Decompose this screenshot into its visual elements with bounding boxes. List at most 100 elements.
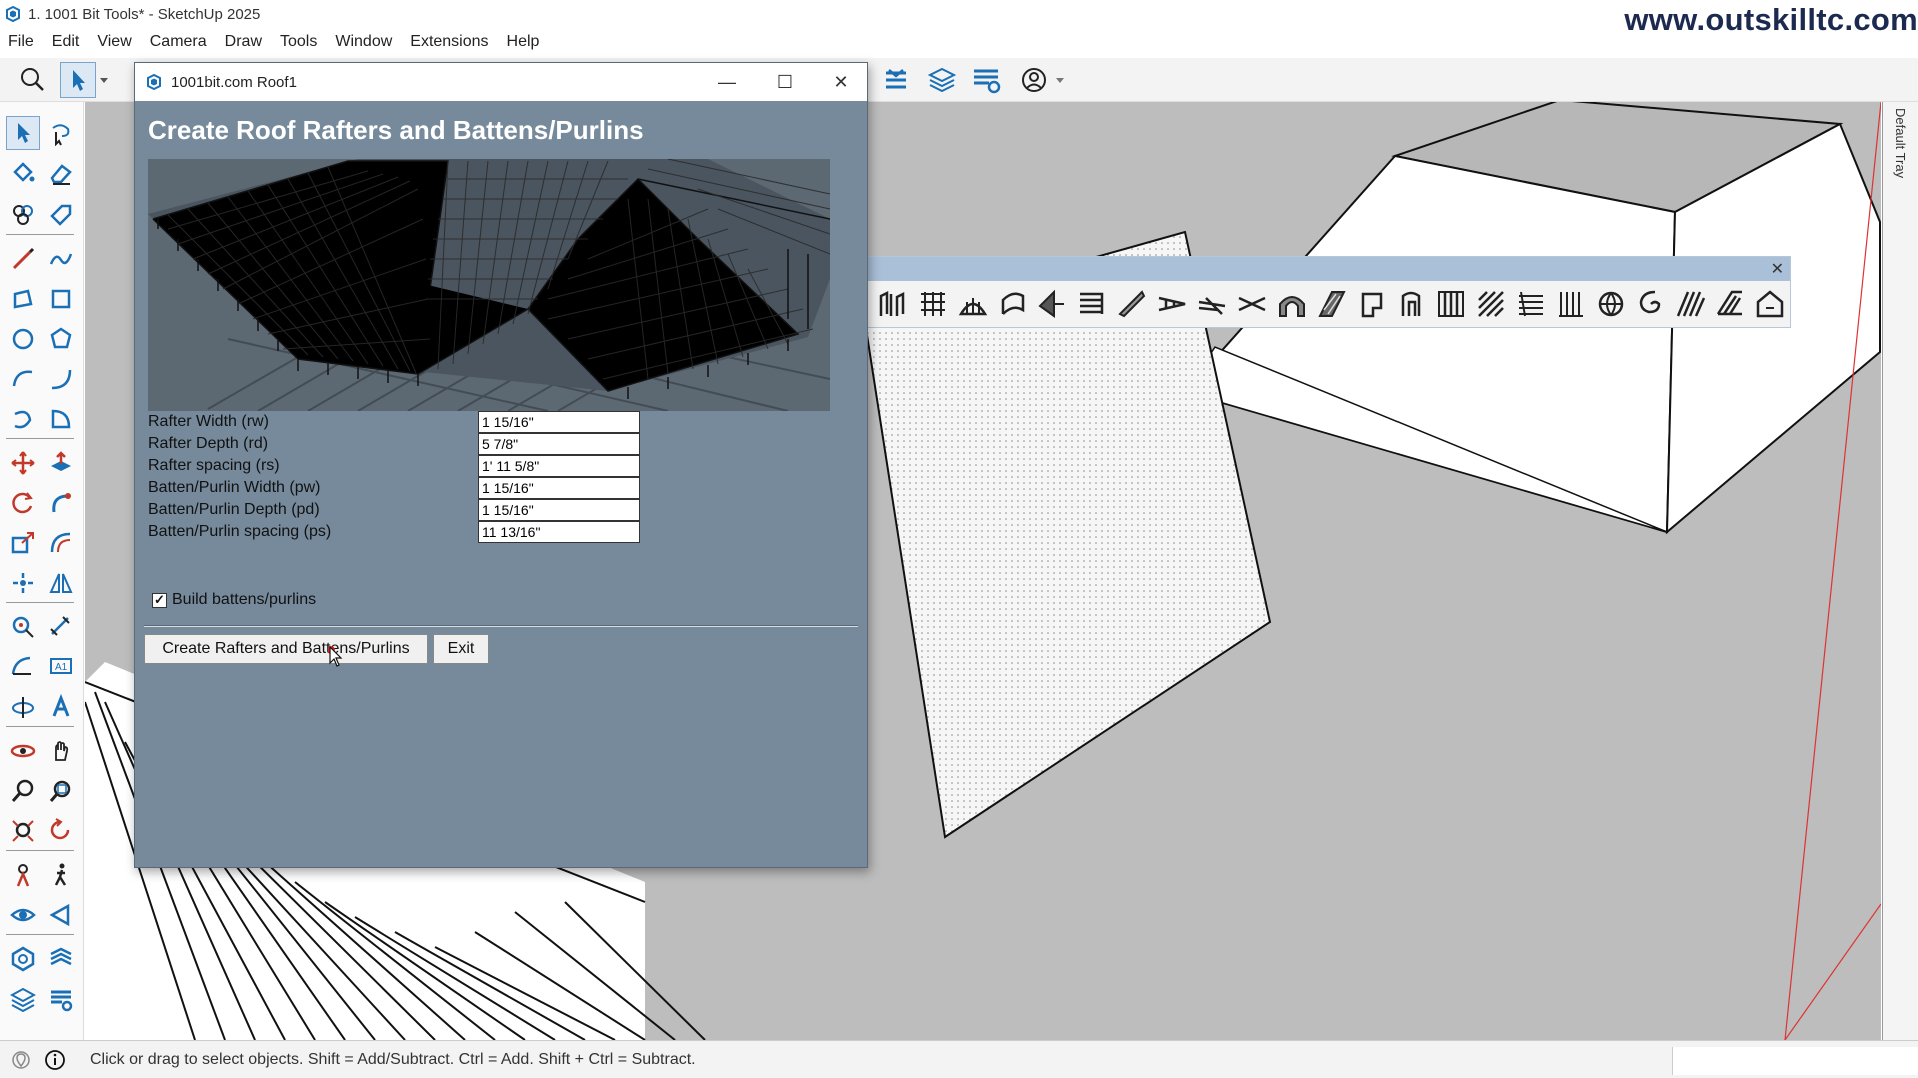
section-plane-icon[interactable] — [878, 62, 914, 98]
minimize-icon[interactable]: — — [713, 69, 741, 95]
tape-measure-icon[interactable] — [6, 610, 40, 644]
profile-icon[interactable] — [1016, 62, 1052, 98]
wall-grid-icon[interactable] — [913, 284, 953, 324]
curved-wall-icon[interactable] — [993, 284, 1033, 324]
polygon-icon[interactable] — [44, 322, 78, 356]
beam-icon[interactable] — [1192, 284, 1232, 324]
floating-toolbar-header[interactable]: ✕ — [867, 257, 1790, 281]
walk-icon[interactable] — [44, 858, 78, 892]
ramp-icon[interactable] — [1112, 284, 1152, 324]
profile-chevron-icon[interactable] — [1052, 62, 1068, 98]
explode-icon[interactable] — [6, 566, 40, 600]
joist-icon[interactable] — [1232, 284, 1272, 324]
chevron-down-icon[interactable] — [96, 62, 112, 98]
zoom-icon[interactable] — [6, 774, 40, 808]
dimension-icon[interactable] — [44, 610, 78, 644]
menu-camera[interactable]: Camera — [150, 33, 207, 51]
layer-settings-icon[interactable] — [968, 62, 1004, 98]
spiral-icon[interactable] — [1631, 284, 1671, 324]
close-icon[interactable]: ✕ — [1771, 259, 1784, 279]
scale-icon[interactable] — [6, 526, 40, 560]
pie-icon[interactable] — [44, 402, 78, 436]
component-icon[interactable] — [6, 198, 40, 232]
menu-edit[interactable]: Edit — [52, 33, 80, 51]
circle-icon[interactable] — [6, 322, 40, 356]
create-rafters-button[interactable]: Create Rafters and Battens/Purlins — [144, 634, 428, 664]
menu-tools[interactable]: Tools — [280, 33, 317, 51]
purlin-spacing-input[interactable] — [478, 521, 640, 543]
protractor-icon[interactable] — [6, 650, 40, 684]
tags-stack-icon[interactable] — [6, 982, 40, 1016]
text-icon[interactable]: A1 — [44, 650, 78, 684]
zoom-extents-icon[interactable] — [6, 814, 40, 848]
rotated-rectangle-icon[interactable] — [44, 282, 78, 316]
two-point-arc-icon[interactable] — [44, 362, 78, 396]
column-tool-icon[interactable] — [873, 284, 913, 324]
rafter-depth-input[interactable] — [478, 433, 640, 455]
rafters-icon[interactable] — [1710, 284, 1750, 324]
search-icon[interactable] — [14, 62, 50, 98]
exit-button[interactable]: Exit — [433, 634, 489, 664]
lasso-icon[interactable] — [44, 116, 78, 150]
louvre-icon[interactable] — [1431, 284, 1471, 324]
menu-file[interactable]: File — [8, 33, 34, 51]
maximize-icon[interactable]: ☐ — [771, 69, 799, 95]
zoom-window-icon[interactable] — [44, 774, 78, 808]
offset-icon[interactable] — [44, 526, 78, 560]
default-tray[interactable]: Default Tray — [1882, 102, 1918, 1040]
move-icon[interactable] — [6, 446, 40, 480]
dialog-titlebar[interactable]: 1001bit.com Roof1 — ☐ ✕ — [135, 63, 867, 101]
previous-view-icon[interactable] — [44, 814, 78, 848]
rafter-width-input[interactable] — [478, 411, 640, 433]
house-icon[interactable] — [1750, 284, 1790, 324]
menu-extensions[interactable]: Extensions — [410, 33, 488, 51]
truss-icon[interactable] — [1152, 284, 1192, 324]
section-icon[interactable] — [44, 898, 78, 932]
position-camera-icon[interactable] — [6, 858, 40, 892]
layers-icon[interactable] — [924, 62, 960, 98]
push-pull-icon[interactable] — [44, 446, 78, 480]
pan-icon[interactable] — [44, 734, 78, 768]
hatch-pattern-icon[interactable] — [1471, 284, 1511, 324]
fence-icon[interactable] — [953, 284, 993, 324]
rectangle-icon[interactable] — [6, 282, 40, 316]
build-battens-checkbox[interactable]: ✓ — [152, 592, 167, 608]
tag-settings-icon[interactable] — [44, 982, 78, 1016]
rotate-icon[interactable] — [6, 486, 40, 520]
menu-draw[interactable]: Draw — [225, 33, 262, 51]
purlin-depth-input[interactable] — [478, 499, 640, 521]
slats-icon[interactable] — [1511, 284, 1551, 324]
orbit-icon[interactable] — [6, 734, 40, 768]
purlin-width-input[interactable] — [478, 477, 640, 499]
rafter-spacing-input[interactable] — [478, 455, 640, 477]
stair-icon[interactable] — [1072, 284, 1112, 324]
info-icon[interactable] — [44, 1049, 66, 1071]
close-icon[interactable]: ✕ — [827, 69, 855, 95]
measurements-box[interactable] — [1672, 1047, 1918, 1075]
eraser-icon[interactable] — [44, 156, 78, 190]
axes-icon[interactable] — [6, 690, 40, 724]
arch-icon[interactable] — [1272, 284, 1312, 324]
three-point-arc-icon[interactable] — [6, 402, 40, 436]
roof-slab-icon[interactable] — [1312, 284, 1352, 324]
line-icon[interactable] — [6, 242, 40, 276]
paint-bucket-icon[interactable] — [6, 156, 40, 190]
geo-location-icon[interactable] — [10, 1049, 32, 1071]
sandbox-icon[interactable] — [44, 942, 78, 976]
door-frame-icon[interactable] — [1391, 284, 1431, 324]
menu-view[interactable]: View — [97, 33, 131, 51]
tag-icon[interactable] — [44, 198, 78, 232]
solid-tools-icon[interactable] — [6, 942, 40, 976]
look-around-icon[interactable] — [6, 898, 40, 932]
corner-icon[interactable] — [1033, 284, 1073, 324]
purlins-icon[interactable] — [1671, 284, 1711, 324]
freehand-icon[interactable] — [44, 242, 78, 276]
select-tool-icon[interactable] — [60, 62, 96, 98]
flip-icon[interactable] — [44, 566, 78, 600]
3d-text-icon[interactable] — [44, 690, 78, 724]
follow-me-icon[interactable] — [44, 486, 78, 520]
window-frame-icon[interactable] — [1352, 284, 1392, 324]
vertical-fins-icon[interactable] — [1551, 284, 1591, 324]
build-battens-row[interactable]: ✓ Build battens/purlins — [152, 591, 316, 609]
dome-icon[interactable] — [1591, 284, 1631, 324]
